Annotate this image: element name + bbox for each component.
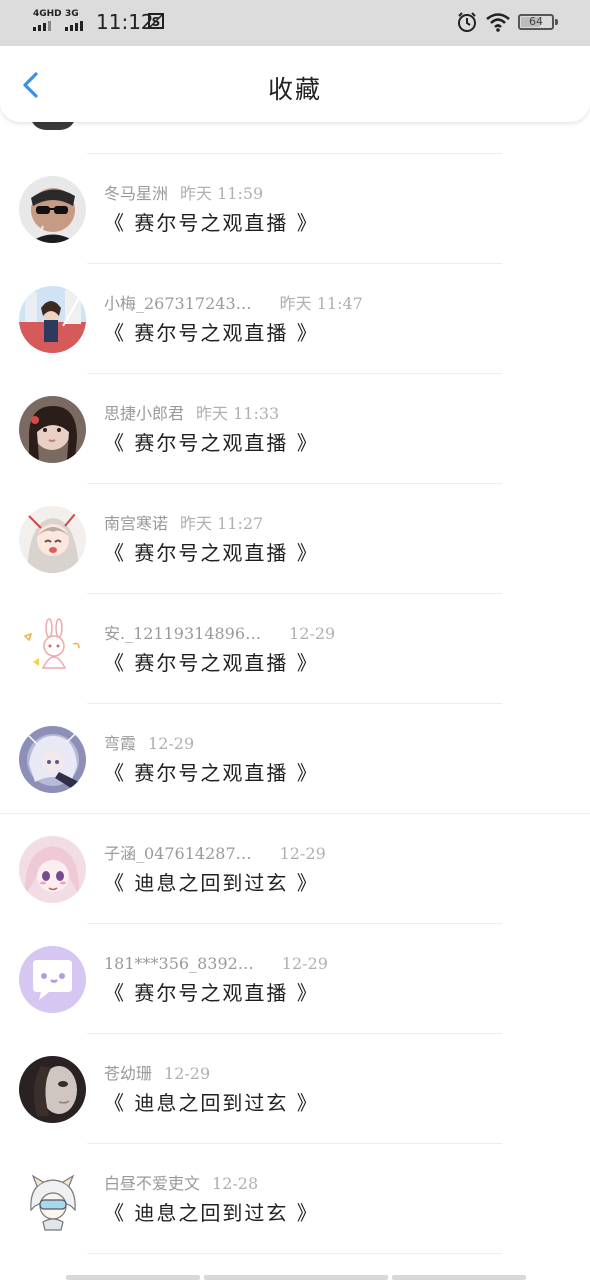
signal-3g-label: 3G: [65, 9, 79, 19]
item-meta: 子涵_047614287… 12-29: [104, 844, 326, 864]
item-meta: 181***356_8392… 12-29: [104, 954, 328, 974]
timestamp: 12-29: [279, 844, 326, 863]
avatar[interactable]: [19, 616, 86, 683]
item-meta: 思捷小郎君 昨天 11:33: [104, 404, 279, 424]
item-title: 《 迪息之回到过玄 》: [104, 1201, 319, 1225]
list-item[interactable]: 弯霞 12-29 《 赛尔号之观直播 》: [0, 704, 590, 814]
timestamp: 昨天 11:47: [279, 294, 363, 313]
timestamp: 昨天 11:33: [196, 404, 280, 423]
screenshot-notification-icon: S: [148, 13, 164, 29]
battery-icon: 64: [518, 14, 554, 30]
timestamp: 12-29: [281, 954, 328, 973]
list-item[interactable]: 思捷小郎君 昨天 11:33 《 赛尔号之观直播 》: [0, 374, 590, 484]
avatar[interactable]: [19, 1166, 86, 1233]
item-meta: 安._12119314896… 12-29: [104, 624, 335, 644]
list-item[interactable]: 子涵_047614287… 12-29 《 迪息之回到过玄 》: [0, 814, 590, 924]
list-item[interactable]: 小梅_267317243… 昨天 11:47 《 赛尔号之观直播 》: [0, 264, 590, 374]
list-item[interactable]: 181***356_8392… 12-29 《 赛尔号之观直播 》: [0, 924, 590, 1034]
user-name: 安._12119314896…: [104, 624, 262, 643]
item-title: 《 赛尔号之观直播 》: [104, 321, 319, 345]
item-meta: 冬马星洲 昨天 11:59: [104, 184, 263, 204]
avatar[interactable]: [19, 286, 86, 353]
item-title: 《 赛尔号之观直播 》: [104, 761, 319, 785]
battery-label: 64: [529, 15, 543, 28]
app-header: 收藏: [0, 46, 590, 122]
item-meta: 弯霞 12-29: [104, 734, 194, 754]
list-item[interactable]: 白昼不爱吏文 12-28 《 迪息之回到过玄 》: [0, 1144, 590, 1254]
item-title: 《 迪息之回到过玄 》: [104, 871, 319, 895]
user-name: 冬马星洲: [104, 184, 169, 203]
list-item[interactable]: 苍幼珊 12-29 《 迪息之回到过玄 》: [0, 1034, 590, 1144]
signal-4g-icon: 4GHD: [33, 10, 62, 31]
timestamp: 12-29: [289, 624, 336, 643]
divider: [87, 1253, 502, 1254]
signal-3g-icon: 3G: [65, 10, 83, 31]
user-name: 苍幼珊: [104, 1064, 153, 1083]
user-name: 白昼不爱吏文: [104, 1174, 201, 1193]
wifi-icon: [486, 13, 510, 32]
item-title: 《 赛尔号之观直播 》: [104, 981, 319, 1005]
user-name: 181***356_8392…: [104, 954, 254, 973]
avatar[interactable]: [19, 506, 86, 573]
timestamp: 昨天 11:59: [180, 184, 264, 203]
avatar[interactable]: [19, 396, 86, 463]
user-name: 小梅_267317243…: [104, 294, 252, 313]
timestamp: 12-29: [164, 1064, 211, 1083]
user-name: 思捷小郎君: [104, 404, 185, 423]
item-title: 《 赛尔号之观直播 》: [104, 211, 319, 235]
item-title: 《 赛尔号之观直播 》: [104, 651, 319, 675]
user-name: 子涵_047614287…: [104, 844, 252, 863]
avatar[interactable]: [19, 1056, 86, 1123]
page-title: 收藏: [267, 75, 322, 104]
status-bar: 4GHD 3G 11:12 S 64: [0, 0, 590, 46]
avatar[interactable]: [19, 176, 86, 243]
timestamp: 12-29: [148, 734, 195, 753]
item-meta: 南宫寒诺 昨天 11:27: [104, 514, 263, 534]
timestamp: 12-28: [212, 1174, 259, 1193]
list-item[interactable]: 南宫寒诺 昨天 11:27 《 赛尔号之观直播 》: [0, 484, 590, 594]
timestamp: 昨天 11:27: [180, 514, 264, 533]
user-name: 南宫寒诺: [104, 514, 169, 533]
item-title: 《 赛尔号之观直播 》: [104, 431, 319, 455]
signal-4g-label: 4GHD: [33, 9, 62, 19]
item-title: 《 赛尔号之观直播 》: [104, 541, 319, 565]
item-meta: 苍幼珊 12-29: [104, 1064, 210, 1084]
list-item[interactable]: 安._12119314896… 12-29 《 赛尔号之观直播 》: [0, 594, 590, 704]
user-name: 弯霞: [104, 734, 137, 753]
status-time: 11:12: [96, 10, 154, 34]
avatar[interactable]: [19, 836, 86, 903]
battery-tip: [555, 19, 558, 25]
item-meta: 白昼不爱吏文 12-28: [104, 1174, 258, 1194]
avatar[interactable]: [19, 726, 86, 793]
bottom-scroll-indicator: [66, 1275, 526, 1280]
item-meta: 小梅_267317243… 昨天 11:47: [104, 294, 363, 314]
alarm-icon: [458, 12, 476, 32]
item-title: 《 迪息之回到过玄 》: [104, 1091, 319, 1115]
list-item[interactable]: 冬马星洲 昨天 11:59 《 赛尔号之观直播 》: [0, 154, 590, 264]
chat-bubble-avatar-icon[interactable]: [19, 946, 86, 1013]
